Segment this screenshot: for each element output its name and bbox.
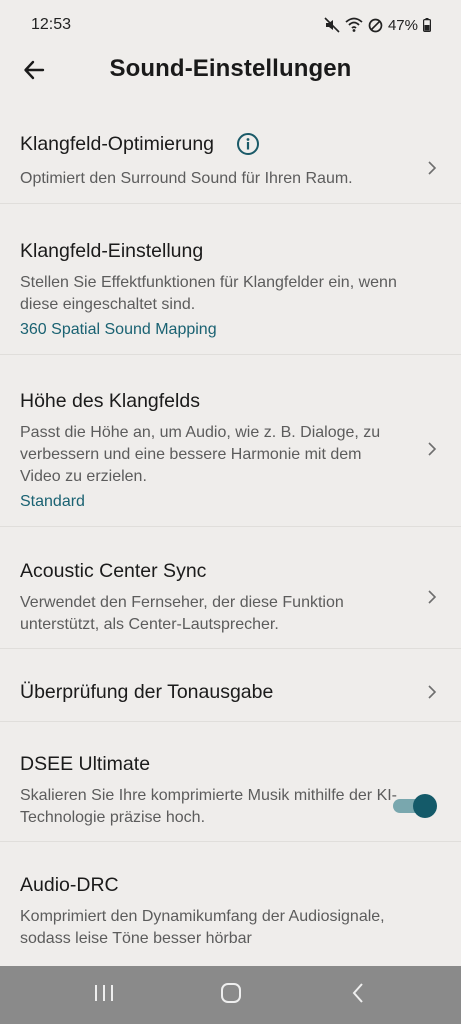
toggle-thumb [413,794,437,818]
battery-icon [423,18,431,32]
chevron-right-icon [425,587,439,607]
setting-klangfeld-einstellung[interactable]: Klangfeld-Einstellung Stellen Sie Effekt… [0,204,461,355]
setting-title: Klangfeld-Einstellung [20,240,204,262]
dnd-icon [368,18,383,33]
mute-icon [324,17,340,33]
recents-button[interactable] [84,975,124,1015]
setting-description: Skalieren Sie Ihre komprimierte Musik mi… [20,787,398,826]
app-bar: Sound-Einstellungen [0,50,461,92]
back-button[interactable] [18,56,50,88]
setting-klangfeld-optimierung[interactable]: Klangfeld-Optimierung Optimiert den Surr… [0,112,461,204]
setting-title: DSEE Ultimate [20,753,151,775]
wifi-icon [345,17,363,33]
home-button[interactable] [211,975,251,1015]
home-icon [220,982,242,1009]
chevron-right-icon [425,682,439,702]
settings-list: Klangfeld-Optimierung Optimiert den Surr… [0,112,461,964]
setting-value: Standard [20,493,85,510]
setting-value: 360 Spatial Sound Mapping [20,321,217,338]
setting-title: Klangfeld-Optimierung [20,133,215,155]
status-time: 12:53 [31,16,72,33]
battery-text: 47% [387,16,418,34]
setting-audio-drc[interactable]: Audio-DRC Komprimiert den Dynamikumfang … [0,842,461,964]
dsee-toggle[interactable] [391,793,437,819]
setting-dsee-ultimate[interactable]: DSEE Ultimate Skalieren Sie Ihre komprim… [0,722,461,842]
page-title: Sound-Einstellungen [109,55,352,82]
setting-title: Höhe des Klangfelds [20,390,200,412]
setting-description: Passt die Höhe an, um Audio, wie z. B. D… [20,424,381,485]
info-icon[interactable] [236,132,260,156]
setting-description: Optimiert den Surround Sound für Ihren R… [20,170,353,187]
status-icons: 47% [324,17,431,34]
setting-title: Audio-DRC [20,874,119,896]
status-bar: 12:53 47% [0,0,461,50]
setting-title: Acoustic Center Sync [20,560,207,582]
setting-acoustic-center-sync[interactable]: Acoustic Center Sync Verwendet den Ferns… [0,527,461,649]
back-nav-icon [351,982,365,1009]
chevron-right-icon [425,439,439,459]
system-nav-bar [0,966,461,1024]
arrow-left-icon [23,59,45,86]
setting-description: Stellen Sie Effektfunktionen für Klangfe… [20,274,397,313]
recents-icon [93,983,115,1008]
setting-ueberpruefung-tonausgabe[interactable]: Überprüfung der Tonausgabe [0,649,461,722]
back-nav-button[interactable] [338,975,378,1015]
chevron-right-icon [425,158,439,178]
setting-description: Verwendet den Fernseher, der diese Funkt… [20,594,344,633]
setting-hoehe-des-klangfelds[interactable]: Höhe des Klangfelds Passt die Höhe an, u… [0,355,461,527]
setting-description: Komprimiert den Dynamikumfang der Audios… [20,908,385,947]
setting-title: Überprüfung der Tonausgabe [20,681,274,703]
